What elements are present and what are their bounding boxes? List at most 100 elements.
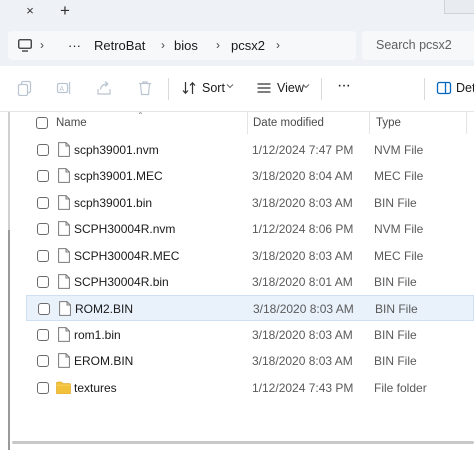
column-divider[interactable] bbox=[466, 112, 467, 134]
svg-text:A: A bbox=[59, 86, 64, 93]
table-row[interactable]: SCPH30004R.MEC 3/18/2020 8:03 AM MEC File bbox=[26, 243, 474, 269]
sort-icon[interactable] bbox=[181, 80, 197, 96]
file-icon bbox=[58, 247, 70, 263]
breadcrumb-chevron: › bbox=[216, 38, 220, 52]
cell-date: 1/12/2024 7:47 PM bbox=[252, 143, 354, 157]
row-checkbox[interactable] bbox=[37, 328, 49, 341]
breadcrumb-more-button[interactable]: ··· bbox=[68, 38, 81, 53]
cell-type: BIN File bbox=[374, 195, 417, 210]
table-row[interactable]: SCPH30004R.bin 3/18/2020 8:01 AM BIN File bbox=[26, 269, 474, 295]
breadcrumb-chevron: › bbox=[40, 38, 44, 52]
toolbar-divider bbox=[168, 78, 169, 100]
navigation-pane-scrollbar[interactable] bbox=[8, 230, 10, 450]
table-row[interactable]: rom1.bin 3/18/2020 8:03 AM BIN File bbox=[26, 322, 474, 348]
new-tab-button[interactable]: + bbox=[56, 1, 74, 21]
address-bar[interactable]: › ··· RetroBat › bios › pcsx2 › bbox=[8, 31, 356, 60]
command-bar: A Sort View ··· Det bbox=[0, 66, 474, 112]
row-checkbox[interactable] bbox=[38, 303, 50, 316]
breadcrumb-chevron: › bbox=[161, 38, 165, 52]
row-checkbox[interactable] bbox=[37, 196, 49, 209]
select-all-checkbox[interactable] bbox=[36, 117, 48, 129]
cell-type: NVM File bbox=[374, 222, 424, 237]
close-tab-button[interactable]: × bbox=[22, 3, 38, 19]
column-divider[interactable] bbox=[369, 112, 370, 134]
cell-type: BIN File bbox=[374, 354, 417, 369]
details-pane-icon[interactable] bbox=[436, 80, 452, 96]
row-checkbox[interactable] bbox=[37, 223, 49, 236]
row-checkbox[interactable] bbox=[37, 276, 49, 288]
row-checkbox[interactable] bbox=[37, 144, 49, 156]
file-icon bbox=[58, 142, 70, 157]
breadcrumb-bios[interactable]: bios bbox=[174, 38, 198, 53]
file-icon bbox=[58, 274, 70, 289]
cell-date: 3/18/2020 8:03 AM bbox=[253, 302, 354, 317]
cell-name: EROM.BIN bbox=[74, 354, 134, 369]
table-row[interactable]: scph39001.bin 3/18/2020 8:03 AM BIN File bbox=[26, 190, 474, 216]
table-row[interactable]: scph39001.MEC 3/18/2020 8:04 AM MEC File bbox=[26, 163, 474, 189]
cell-type: File folder bbox=[374, 380, 427, 395]
cell-name: SCPH30004R.nvm bbox=[74, 222, 176, 237]
row-checkbox[interactable] bbox=[37, 355, 49, 368]
column-divider[interactable] bbox=[247, 112, 248, 134]
row-checkbox[interactable] bbox=[37, 170, 49, 183]
cell-type: MEC File bbox=[374, 169, 424, 184]
cell-date: 1/12/2024 8:06 PM bbox=[252, 222, 354, 237]
sort-button[interactable]: Sort bbox=[202, 81, 225, 96]
table-row[interactable]: textures 1/12/2024 7:43 PM File folder bbox=[26, 375, 474, 401]
column-header-type[interactable]: Type bbox=[376, 112, 401, 134]
breadcrumb-chevron[interactable]: › bbox=[276, 38, 280, 53]
cell-name: scph39001.nvm bbox=[74, 143, 159, 157]
row-checkbox[interactable] bbox=[37, 249, 49, 262]
share-icon[interactable] bbox=[96, 80, 112, 96]
cell-type: BIN File bbox=[375, 302, 418, 317]
folder-icon bbox=[56, 381, 71, 394]
toolbar-divider bbox=[321, 78, 322, 100]
window-control-button[interactable] bbox=[444, 0, 474, 14]
column-header-name[interactable]: Name bbox=[56, 112, 87, 134]
table-row[interactable]: ROM2.BIN 3/18/2020 8:03 AM BIN File bbox=[26, 295, 474, 322]
cell-name: SCPH30004R.MEC bbox=[74, 248, 180, 263]
cell-date: 3/18/2020 8:03 AM bbox=[252, 327, 353, 342]
cell-name: scph39001.MEC bbox=[74, 169, 163, 184]
horizontal-scrollbar[interactable] bbox=[12, 441, 474, 444]
delete-icon[interactable] bbox=[137, 80, 153, 96]
cell-name: SCPH30004R.bin bbox=[74, 275, 169, 289]
row-checkbox[interactable] bbox=[37, 381, 49, 394]
file-icon bbox=[58, 221, 70, 237]
cell-date: 3/18/2020 8:03 AM bbox=[252, 248, 353, 263]
cell-name: textures bbox=[74, 380, 117, 395]
file-icon bbox=[58, 194, 70, 210]
view-icon[interactable] bbox=[256, 80, 272, 96]
address-row: › ··· RetroBat › bios › pcsx2 › Search p… bbox=[0, 24, 474, 66]
rename-icon[interactable]: A bbox=[56, 80, 72, 96]
cell-name: rom1.bin bbox=[74, 327, 121, 342]
cell-name: scph39001.bin bbox=[74, 195, 153, 210]
search-box[interactable]: Search pcsx2 bbox=[362, 31, 474, 60]
file-icon bbox=[58, 353, 70, 369]
cell-date: 3/18/2020 8:03 AM bbox=[252, 354, 353, 369]
toolbar-divider bbox=[424, 78, 425, 100]
table-row[interactable]: EROM.BIN 3/18/2020 8:03 AM BIN File bbox=[26, 348, 474, 374]
cell-date: 3/18/2020 8:04 AM bbox=[252, 169, 353, 184]
search-input[interactable]: Search pcsx2 bbox=[376, 38, 452, 53]
cell-date: 3/18/2020 8:01 AM bbox=[252, 275, 353, 289]
file-icon bbox=[59, 301, 71, 317]
copy-icon[interactable] bbox=[17, 80, 33, 96]
table-row[interactable]: SCPH30004R.nvm 1/12/2024 8:06 PM NVM File bbox=[26, 216, 474, 242]
view-button[interactable]: View bbox=[277, 81, 304, 96]
cell-type: MEC File bbox=[374, 248, 424, 263]
title-bar: × + bbox=[0, 0, 474, 24]
chevron-down-icon[interactable] bbox=[226, 82, 234, 90]
cell-name: ROM2.BIN bbox=[75, 302, 134, 317]
column-header-date[interactable]: Date modified bbox=[253, 112, 324, 134]
details-button[interactable]: Det bbox=[456, 81, 474, 96]
file-icon bbox=[58, 326, 70, 342]
breadcrumb-retrobat[interactable]: RetroBat bbox=[94, 38, 145, 53]
chevron-down-icon[interactable] bbox=[302, 82, 310, 90]
cell-type: NVM File bbox=[374, 143, 424, 157]
cell-date: 1/12/2024 7:43 PM bbox=[252, 380, 354, 395]
table-row[interactable]: scph39001.nvm 1/12/2024 7:47 PM NVM File bbox=[26, 137, 474, 163]
breadcrumb-pcsx2[interactable]: pcsx2 bbox=[231, 38, 265, 53]
cell-type: BIN File bbox=[374, 327, 417, 342]
more-options-button[interactable]: ··· bbox=[337, 78, 351, 94]
